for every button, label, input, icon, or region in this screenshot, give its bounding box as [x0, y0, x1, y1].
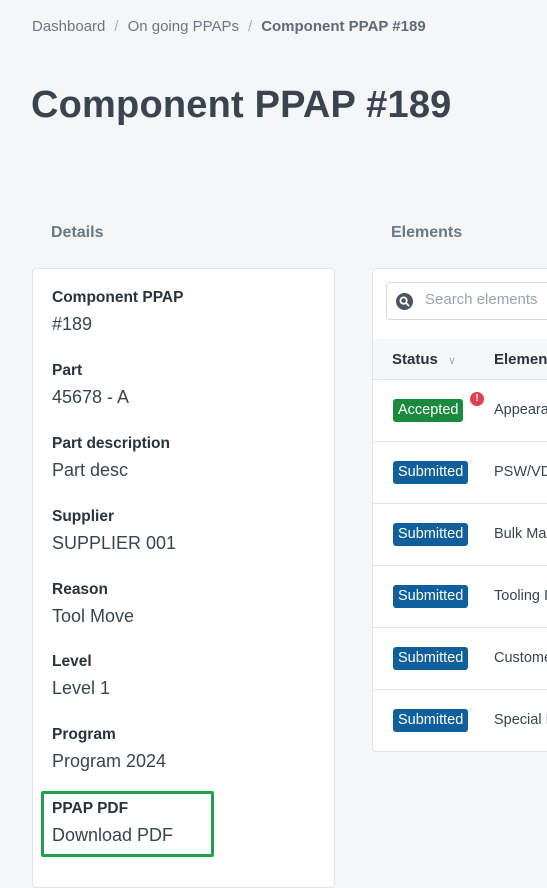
element-name[interactable]: Appeara: [494, 402, 547, 418]
breadcrumb-dashboard-link[interactable]: Dashboard: [32, 18, 105, 35]
detail-value: Part desc: [52, 460, 129, 480]
detail-label: Component PPAP: [52, 289, 184, 306]
status-badge: Accepted: [393, 399, 464, 422]
search-icon: [396, 293, 413, 310]
breadcrumb-separator: /: [248, 18, 253, 35]
table-row[interactable]: Accepted ! Appeara: [373, 380, 547, 442]
detail-program: Program Program 2024: [52, 725, 166, 773]
table-row[interactable]: Submitted Tooling I: [373, 566, 547, 628]
detail-value: #189: [52, 314, 93, 334]
search-box[interactable]: [386, 282, 547, 320]
page-title: Component PPAP #189: [31, 84, 452, 126]
table-row[interactable]: Submitted PSW/VD: [373, 442, 547, 504]
breadcrumb-separator: /: [114, 18, 119, 35]
element-name[interactable]: Bulk Ma: [494, 526, 546, 542]
status-badge: Submitted: [393, 709, 469, 732]
ppap-pdf-highlight-box: [41, 791, 214, 857]
detail-supplier: Supplier SUPPLIER 001: [52, 507, 176, 555]
detail-part: Part 45678 - A: [52, 361, 129, 409]
detail-label: Part: [52, 362, 83, 379]
detail-label: Program: [52, 726, 116, 743]
detail-reason: Reason Tool Move: [52, 580, 134, 628]
detail-label: Level: [52, 653, 92, 670]
table-row[interactable]: Submitted Custome: [373, 628, 547, 690]
detail-value: Tool Move: [52, 606, 135, 626]
element-name[interactable]: Special F: [494, 712, 547, 728]
chevron-down-icon[interactable]: ∨: [448, 355, 456, 367]
breadcrumb: Dashboard / On going PPAPs / Component P…: [32, 18, 426, 35]
status-badge: Submitted: [393, 647, 469, 670]
detail-component-ppap: Component PPAP #189: [52, 288, 183, 336]
table-row[interactable]: Submitted Special F: [373, 690, 547, 751]
detail-label: Reason: [52, 581, 108, 598]
table-header: Status ∨ Element: [373, 339, 547, 380]
detail-part-description: Part description Part desc: [52, 434, 170, 482]
detail-value: 45678 - A: [52, 387, 130, 407]
detail-value: Level 1: [52, 678, 111, 698]
status-badge: Submitted: [393, 461, 469, 484]
alert-icon: !: [470, 392, 484, 406]
detail-value: SUPPLIER 001: [52, 533, 177, 553]
breadcrumb-current: Component PPAP #189: [261, 18, 426, 35]
element-name[interactable]: Custome: [494, 650, 547, 666]
status-badge: Submitted: [393, 523, 469, 546]
element-name[interactable]: Tooling I: [494, 588, 547, 604]
elements-heading: Elements: [391, 224, 463, 241]
column-status-label: Status: [392, 351, 438, 368]
column-status[interactable]: Status ∨: [392, 351, 456, 368]
breadcrumb-ongoing-ppaps-link[interactable]: On going PPAPs: [128, 18, 239, 35]
detail-level: Level Level 1: [52, 652, 110, 700]
element-name[interactable]: PSW/VD: [494, 464, 547, 480]
search-input[interactable]: [425, 291, 547, 308]
status-badge: Submitted: [393, 585, 469, 608]
table-row[interactable]: Submitted Bulk Ma: [373, 504, 547, 566]
column-element[interactable]: Element: [494, 351, 547, 368]
detail-label: Supplier: [52, 508, 115, 525]
details-heading: Details: [51, 224, 104, 241]
detail-label: Part description: [52, 435, 170, 452]
elements-card: Status ∨ Element Accepted ! Appeara Submi…: [372, 268, 547, 752]
detail-value: Program 2024: [52, 751, 167, 771]
